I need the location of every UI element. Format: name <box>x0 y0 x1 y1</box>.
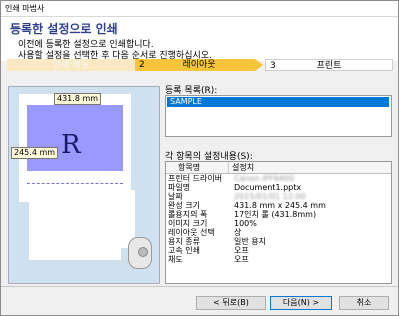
step-print-menu: 인쇄 매뉴 <box>7 59 135 71</box>
table-row: 날짜 2015/01/01 12:00 <box>166 192 391 201</box>
row-value: 상 <box>234 228 242 237</box>
step-label: 레이아웃 <box>182 60 216 70</box>
width-dimension-label: 431.8 mm <box>54 93 102 105</box>
row-name: 채도 <box>168 255 183 264</box>
roll-core-icon <box>138 247 148 257</box>
settings-table: 항목명 설정치 프린터 드라이버 Canon iPF6400 파일명 Documen… <box>165 161 392 284</box>
back-button[interactable]: < 뒤로(B) <box>196 296 266 310</box>
footer-divider <box>1 286 398 287</box>
print-wizard-window: 인쇄 마법사 등록한 설정으로 인쇄 이전에 등록한 설정으로 인쇄합니다. 사… <box>0 0 399 316</box>
list-item[interactable]: SAMPLE <box>167 97 389 107</box>
column-divider <box>228 162 229 173</box>
table-row: 레이아웃 선택 상 <box>166 228 391 237</box>
table-row: 롤용지의 폭 17인치 롤 (431.8mm) <box>166 210 391 219</box>
row-value: 431.8 mm x 245.4 mm <box>234 201 326 210</box>
row-name: 레이아웃 선택 <box>168 228 215 237</box>
row-value: 100% <box>234 219 257 228</box>
row-value: Canon iPF6400 <box>234 174 295 183</box>
row-value: 17인치 롤 (431.8mm) <box>234 210 317 219</box>
page-title: 등록한 설정으로 인쇄 <box>10 22 118 36</box>
row-name: 완성 크기 <box>168 201 200 210</box>
row-name: 날짜 <box>168 192 183 201</box>
row-name: 파일명 <box>168 183 191 192</box>
window-title: 인쇄 마법사 <box>5 4 45 13</box>
row-value: 일반 용지 <box>234 237 266 246</box>
cut-line <box>27 183 123 184</box>
table-row: 완성 크기 431.8 mm x 245.4 mm <box>166 201 391 210</box>
step-print: 3 프린트 <box>265 59 393 71</box>
table-row: 이미지 크기 100% <box>166 219 391 228</box>
step-label: 인쇄 매뉴 <box>53 60 89 70</box>
cancel-button[interactable]: 취소 <box>339 296 389 310</box>
preview-letter: R <box>61 130 81 160</box>
table-row: 용지 종류 일반 용지 <box>166 237 391 246</box>
column-header-item: 항목명 <box>178 163 201 172</box>
table-row: 파일명 Document1.pptx <box>166 183 391 192</box>
roll-paper-strip <box>29 190 121 260</box>
wizard-steps: 인쇄 매뉴 2 레이아웃 3 프린트 <box>7 59 393 71</box>
row-name: 롤용지의 폭 <box>168 210 208 219</box>
height-dimension-label: 245.4 mm <box>11 147 59 159</box>
wizard-header: 등록한 설정으로 인쇄 이전에 등록한 설정으로 인쇄합니다. 사용할 설정을 … <box>1 17 398 61</box>
row-value: 2015/01/01 12:00 <box>234 192 306 201</box>
step-label: 프린트 <box>316 61 342 71</box>
row-value: Document1.pptx <box>234 183 302 192</box>
table-row: 채도 오프 <box>166 255 391 264</box>
registered-settings-list[interactable]: SAMPLE <box>165 95 392 137</box>
row-name: 프린터 드라이버 <box>168 174 223 183</box>
row-value: 오프 <box>234 246 249 255</box>
table-row: 프린터 드라이버 Canon iPF6400 <box>166 174 391 183</box>
row-name: 용지 종류 <box>168 237 200 246</box>
row-name: 이미지 크기 <box>168 219 208 228</box>
step-layout: 2 레이아웃 <box>135 59 263 71</box>
column-header-value: 설정치 <box>232 163 255 172</box>
table-header: 항목명 설정치 <box>166 162 391 174</box>
title-bar: 인쇄 마법사 <box>1 1 398 17</box>
layout-preview: R 431.8 mm 245.4 mm <box>8 86 160 284</box>
row-value: 오프 <box>234 255 249 264</box>
table-row: 고속 인쇄 오프 <box>166 246 391 255</box>
next-button[interactable]: 다음(N) > <box>270 296 332 310</box>
row-name: 고속 인쇄 <box>168 246 200 255</box>
